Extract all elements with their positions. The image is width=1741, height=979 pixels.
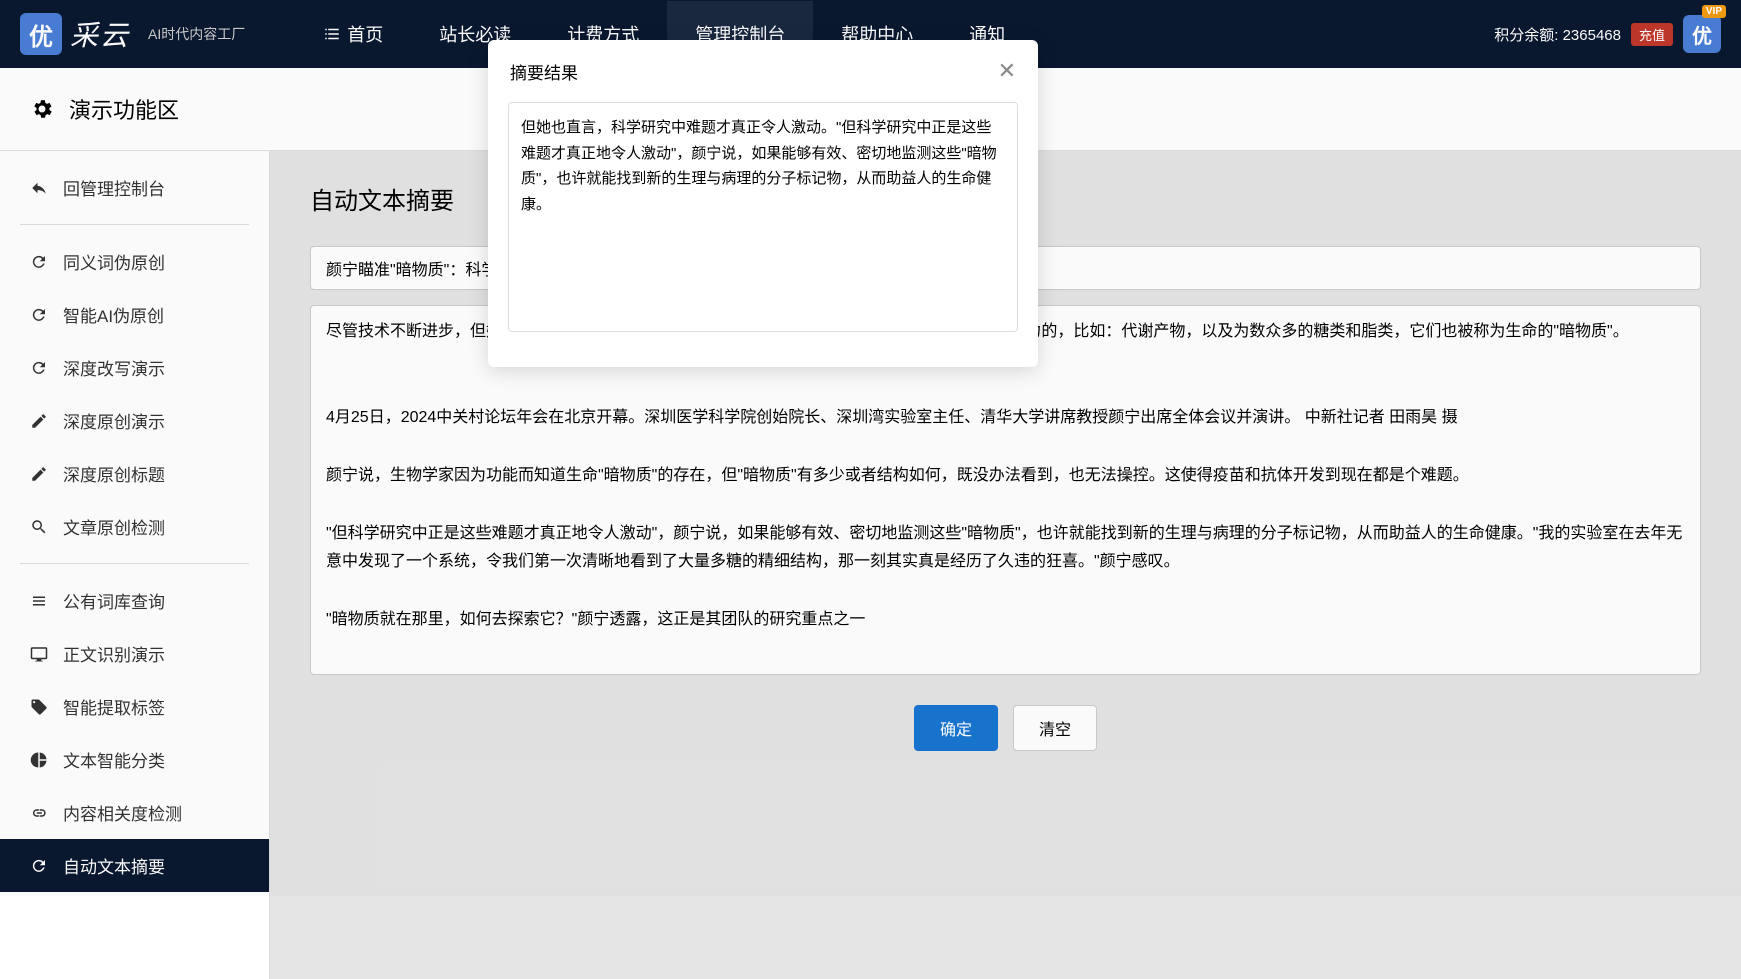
summary-modal: 摘要结果 ✕ [488,40,1038,367]
summary-textarea[interactable] [508,102,1018,332]
close-icon[interactable]: ✕ [998,58,1016,84]
modal-title: 摘要结果 [510,59,578,84]
